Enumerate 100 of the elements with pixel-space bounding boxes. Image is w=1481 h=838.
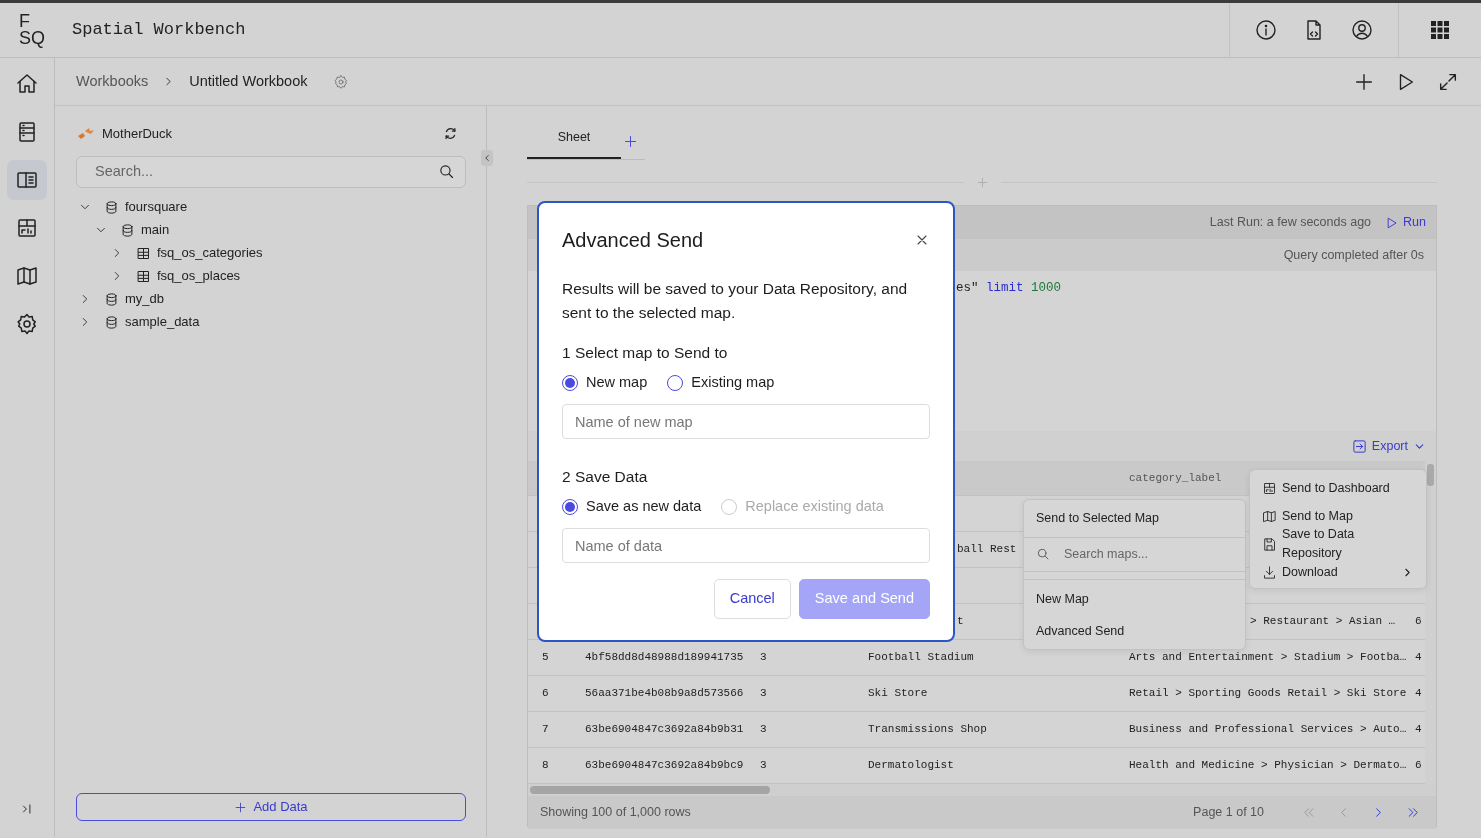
info-icon[interactable]: [1254, 18, 1278, 42]
account-icon[interactable]: [1350, 18, 1374, 42]
search-icon: [1036, 547, 1050, 562]
table-cell-text: 5: [541, 650, 549, 666]
table-cell-text: Football Stadium: [867, 650, 974, 666]
breadcrumb-link[interactable]: Workbooks: [76, 70, 149, 93]
text-input[interactable]: Name of new map: [562, 404, 930, 439]
table-cell-text: 8: [541, 758, 549, 774]
expand-sidebar-icon[interactable]: [20, 802, 34, 816]
tree-item[interactable]: my_db: [76, 287, 466, 311]
last-run-text: Last Run: a few seconds ago: [1209, 214, 1372, 232]
table-cell-text: 4: [1415, 722, 1422, 738]
tree-item[interactable]: foursquare: [76, 195, 466, 219]
table-cell-text: 4: [1415, 650, 1422, 666]
menu-item[interactable]: Send to Dashboard: [1250, 474, 1426, 502]
tree-label: fsq_os_categories: [157, 244, 263, 263]
text-input[interactable]: Name of data: [562, 528, 930, 563]
logo-text: SQ: [19, 30, 46, 47]
table-cell-text: 63be6904847c3692a84b9b31: [584, 722, 744, 738]
tree-item[interactable]: fsq_os_categories: [76, 241, 466, 265]
table-cell-text: 6: [541, 686, 549, 702]
search-field[interactable]: Search maps...: [1024, 537, 1245, 572]
app-title: Spatial Workbench: [72, 19, 247, 42]
table-cell-text: Retail > Sporting Goods Retail > Ski Store: [1128, 686, 1407, 702]
row-count-text: Showing 100 of 1,000 rows: [540, 804, 691, 822]
home-icon: [15, 72, 39, 96]
table-cell-text: 7: [541, 722, 549, 738]
menu-item[interactable]: Advanced Send: [1024, 615, 1245, 648]
table-icon: [136, 268, 151, 284]
tree-label: main: [141, 221, 170, 240]
scrollbar-thumb[interactable]: [1427, 464, 1434, 486]
chevron-icon: [482, 153, 492, 163]
table-cell-text: 4: [1415, 686, 1422, 702]
export-icon: [1351, 438, 1367, 454]
run-button[interactable]: Run: [1385, 213, 1426, 232]
tree-item[interactable]: main: [76, 218, 466, 242]
table-cell-text: Business and Professional Services > Auto…: [1128, 722, 1407, 738]
table-cell-text: Dermatologist: [867, 758, 954, 774]
table-cell-text: 63be6904847c3692a84b9bc9: [584, 758, 744, 774]
database-icon: [104, 199, 119, 215]
add-cell-icon[interactable]: [975, 176, 989, 189]
collapse-handle[interactable]: [481, 150, 493, 166]
dialog-description: Results will be saved to your Data Repository, and sent to the selected map.: [562, 279, 909, 323]
radio-option[interactable]: Save as new data: [562, 496, 702, 518]
table-cell-text: 3: [759, 722, 767, 738]
table-cell-text: 4bf58dd8d48988d189941735: [584, 650, 744, 666]
last-page-icon[interactable]: [1406, 805, 1421, 820]
dashboard-icon: [1262, 480, 1277, 496]
menu-item[interactable]: New Map: [1024, 583, 1245, 616]
menu-item[interactable]: Send to Map: [1250, 502, 1426, 530]
table-cell-text: 6: [1415, 614, 1422, 630]
radio-option[interactable]: Existing map: [667, 372, 775, 394]
search-input[interactable]: Search maps...: [1062, 543, 1233, 565]
add-tab-icon[interactable]: [623, 134, 638, 149]
table-cell-text: Ski Store: [867, 686, 928, 702]
export-button[interactable]: Export: [1351, 436, 1426, 456]
database-icon: [104, 314, 119, 330]
tree-label: foursquare: [125, 198, 188, 217]
table-cell-text: 56aa371be4b08b9a8d573566: [584, 686, 744, 702]
cancel-button[interactable]: Cancel: [713, 579, 791, 619]
duck-logo-icon: [78, 127, 94, 140]
table-cell-text: 3: [759, 758, 767, 774]
tree-item[interactable]: fsq_os_places: [76, 264, 466, 288]
menu-title: Send to Selected Map: [1024, 500, 1245, 538]
query-status: Query completed after 0s: [1283, 246, 1424, 264]
table-cell-text: 6: [1415, 758, 1422, 774]
dashboard-icon: [15, 216, 39, 240]
table-cell-text: t: [956, 614, 964, 630]
table-cell-text: > Restaurant > Asian …: [1249, 614, 1396, 630]
save-icon: [1262, 536, 1277, 552]
search-icon: [438, 163, 455, 180]
refresh-icon[interactable]: [443, 126, 458, 142]
rail-button[interactable]: [7, 160, 47, 200]
table-cell-text: 3: [759, 686, 767, 702]
add-data-button[interactable]: Add Data: [76, 793, 466, 821]
table-cell-text: ball Rest: [956, 542, 1017, 558]
tree-label: my_db: [125, 290, 165, 309]
download-icon: [1262, 564, 1277, 580]
section-heading: 1 Select map to Send to: [562, 343, 729, 363]
table-cell-text: Transmissions Shop: [867, 722, 987, 738]
breadcrumb-link[interactable]: Untitled Workbook: [189, 70, 308, 93]
source-name: MotherDuck: [102, 125, 173, 143]
tree-label: sample_data: [125, 313, 200, 332]
table-cell-text: 3: [759, 650, 767, 666]
scrollbar-thumb[interactable]: [530, 786, 770, 794]
menu-item[interactable]: Save to Data Repository: [1250, 530, 1426, 558]
radio-option[interactable]: New map: [562, 372, 648, 394]
tree-item[interactable]: sample_data: [76, 310, 466, 334]
map-icon: [1262, 508, 1277, 524]
apps-icon[interactable]: [1428, 18, 1452, 42]
plus-icon: [234, 800, 248, 814]
search-field[interactable]: Search...: [76, 155, 466, 188]
page-text: Page 1 of 10: [1193, 804, 1264, 822]
logo-text: F: [19, 13, 31, 30]
table-cell-text: Arts and Entertainment > Stadium > Footba…: [1128, 650, 1407, 666]
sheet-tab[interactable]: Sheet: [527, 127, 621, 159]
search-input[interactable]: Search...: [93, 159, 438, 184]
dialog-title: Advanced Send: [562, 228, 704, 253]
column-header: category_label: [1128, 470, 1222, 486]
code-line: es" limit 1000: [956, 280, 1063, 297]
